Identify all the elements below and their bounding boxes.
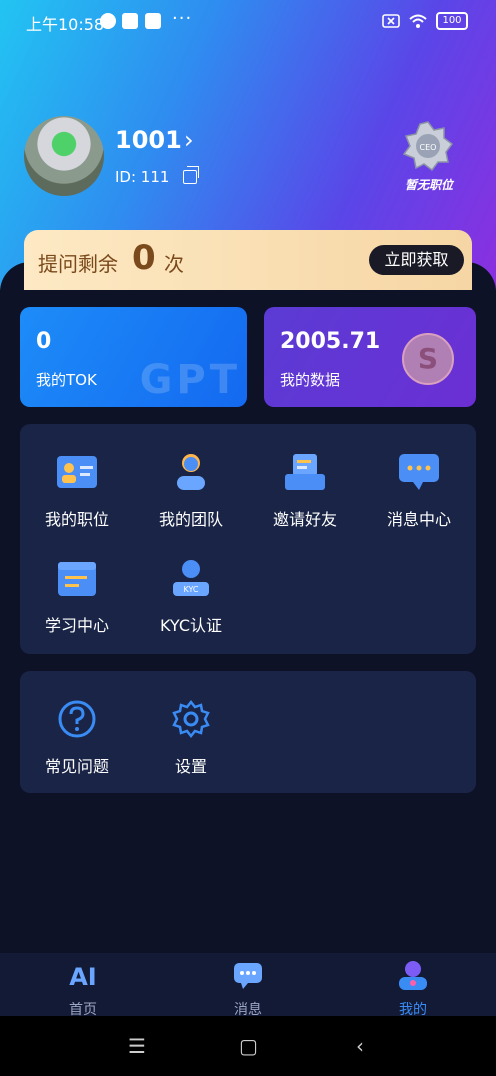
kyc-user-icon: KYC — [173, 560, 209, 596]
gpt-watermark: GPT — [139, 357, 241, 403]
calendar-book-icon — [58, 562, 96, 596]
position-label: 暂无职位 — [404, 178, 453, 192]
tok-label: 我的TOK — [36, 371, 97, 389]
data-card[interactable]: 2005.71 我的数据 S — [264, 307, 476, 407]
menu-message-center[interactable]: 消息中心 — [362, 452, 476, 530]
message-icon — [234, 963, 262, 989]
menu-faq[interactable]: 常见问题 — [20, 699, 134, 777]
bottom-navigation: AI 首页 消息 我的 — [0, 953, 496, 1019]
menu-label: 邀请好友 — [272, 510, 337, 529]
chat-bubble-icon — [399, 454, 439, 490]
quota-prefix: 提问剩余 — [38, 252, 118, 276]
menu-kyc-verification[interactable]: KYC KYC认证 — [134, 558, 248, 636]
menu-label: 我的职位 — [44, 510, 109, 529]
badge-text: CEO — [420, 143, 437, 152]
menu-my-position[interactable]: 我的职位 — [20, 452, 134, 530]
coin-icon: S — [402, 333, 454, 385]
quota-count: 0 — [132, 238, 156, 278]
user-profile-icon — [399, 961, 427, 990]
menu-my-team[interactable]: 我的团队 — [134, 452, 248, 530]
ai-icon-text: AI — [69, 963, 97, 991]
question-quota-banner: 提问剩余 0 次 立即获取 — [24, 230, 472, 290]
chevron-right-icon[interactable]: › — [184, 126, 194, 154]
menu-label: KYC认证 — [160, 616, 222, 635]
user-id: ID: 111 — [115, 168, 170, 186]
menu-settings[interactable]: 设置 — [134, 699, 248, 777]
back-icon[interactable]: ‹ — [356, 1034, 364, 1058]
copy-icon[interactable] — [183, 166, 199, 184]
quota-suffix: 次 — [164, 252, 184, 276]
invite-icon — [285, 454, 325, 490]
menu-label: 设置 — [174, 757, 207, 776]
rank-badge-icon: CEO — [402, 121, 454, 172]
menu-icon[interactable]: ☰ — [128, 1034, 146, 1058]
wifi-icon — [409, 14, 427, 28]
data-label: 我的数据 — [280, 371, 341, 389]
app-notification-icon — [100, 13, 116, 29]
tok-value: 0 — [36, 329, 52, 354]
app-notification-icon — [122, 13, 138, 29]
question-circle-icon — [58, 700, 96, 738]
menu-learning-center[interactable]: 学习中心 — [20, 558, 134, 636]
feature-menu: 我的职位 我的团队 邀请好友 消息中心 学习中心 KYC KYC认证 — [20, 424, 476, 654]
no-sim-icon — [382, 14, 400, 28]
avatar[interactable] — [24, 116, 104, 196]
menu-invite-friends[interactable]: 邀请好友 — [248, 452, 362, 530]
menu-label: 常见问题 — [44, 757, 109, 776]
status-time: 上午10:58 — [26, 15, 105, 34]
nav-messages[interactable]: 消息 — [203, 959, 293, 1019]
kyc-icon-text: KYC — [184, 585, 199, 594]
status-bar: 上午10:58 ··· 100 — [0, 0, 496, 44]
username[interactable]: 1001 — [115, 126, 182, 154]
ai-home-icon: AI — [69, 963, 97, 991]
system-navigation-bar: ☰ ▢ ‹ — [0, 1016, 496, 1076]
more-notifications-icon: ··· — [172, 8, 193, 29]
app-notification-icon — [145, 13, 161, 29]
tok-card[interactable]: 0 我的TOK GPT — [20, 307, 247, 407]
battery-icon: 100 — [436, 12, 468, 30]
menu-label: 学习中心 — [44, 616, 109, 635]
home-icon[interactable]: ▢ — [239, 1034, 258, 1058]
get-now-button[interactable]: 立即获取 — [369, 245, 464, 275]
help-menu: 常见问题 设置 — [20, 671, 476, 793]
menu-label: 我的团队 — [158, 510, 223, 529]
gear-icon — [172, 699, 210, 739]
menu-label: 消息中心 — [386, 510, 451, 529]
nav-home[interactable]: AI 首页 — [38, 959, 128, 1019]
nav-mine[interactable]: 我的 — [368, 959, 458, 1019]
data-value: 2005.71 — [280, 329, 381, 354]
team-icon — [177, 454, 205, 490]
id-card-icon — [57, 456, 97, 488]
